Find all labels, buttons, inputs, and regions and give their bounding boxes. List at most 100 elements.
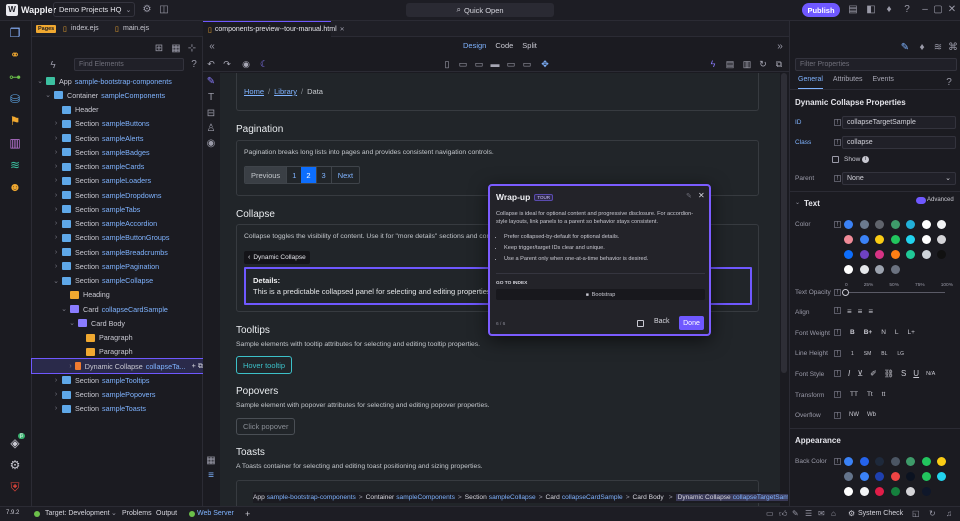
tree-row[interactable]: ⌄ App sample-bootstrap-components <box>32 74 203 88</box>
style-na[interactable]: N/A <box>926 371 935 377</box>
breadcrumb-library[interactable]: Library <box>274 87 297 96</box>
page-previous[interactable]: Previous <box>245 167 287 183</box>
path-segment[interactable]: Dynamic CollapsecollapseTargetSample <box>675 494 788 501</box>
text-color-swatch[interactable] <box>844 235 853 244</box>
chevron-down-icon[interactable]: ⌄ <box>111 509 117 517</box>
page-1[interactable]: 1 <box>286 167 301 183</box>
panels-icon[interactable]: ▤ <box>722 56 738 72</box>
collapse-left-icon[interactable]: « <box>205 40 219 54</box>
mobile-icon[interactable]: ▯ <box>439 56 455 72</box>
split-window-icon[interactable]: ◫ <box>157 3 171 17</box>
transform-capitalize[interactable]: Tt <box>867 391 873 398</box>
camera-icon[interactable]: ◉ <box>238 56 254 72</box>
line-height-sm[interactable]: SM <box>864 351 872 357</box>
bind-icon[interactable]: ! <box>834 412 841 419</box>
transform-uppercase[interactable]: TT <box>850 391 858 398</box>
back-color-swatch[interactable] <box>906 472 915 481</box>
layout-icon[interactable]: ◧ <box>864 3 878 17</box>
maximize-icon[interactable]: ▢ <box>931 3 945 17</box>
tablet-icon[interactable]: ▭ <box>455 56 471 72</box>
row-actions[interactable]: + ⧉ <box>192 361 203 371</box>
back-color-swatch[interactable] <box>921 457 931 466</box>
page-next[interactable]: Next <box>330 167 359 183</box>
back-button[interactable]: Back <box>654 318 670 325</box>
text-color-swatch[interactable] <box>937 235 946 244</box>
tree-row[interactable]: › Section sampleLoaders <box>32 174 203 188</box>
resources-icon[interactable]: ▥ <box>8 136 22 150</box>
tree-row[interactable]: › Section sampleToasts <box>32 402 203 416</box>
path-segment[interactable]: Card Body <box>633 494 666 501</box>
bind-icon[interactable]: ! <box>834 307 841 314</box>
italic-icon[interactable]: I <box>848 369 850 378</box>
line-height-lg[interactable]: LG <box>897 351 904 357</box>
chevron-right-icon[interactable]: › <box>52 206 60 213</box>
selected-element-tag[interactable]: ‹ Dynamic Collapse <box>244 251 310 264</box>
dont-show-checkbox[interactable] <box>637 320 644 327</box>
hover-tooltip-button[interactable]: Hover tooltip <box>236 356 293 374</box>
done-button[interactable]: Done <box>679 316 704 330</box>
align-left-icon[interactable]: ≡ <box>847 307 852 316</box>
text-color-swatch[interactable] <box>937 220 946 229</box>
grid-icon[interactable]: ▦ <box>204 454 218 468</box>
text-color-swatch[interactable] <box>875 220 884 229</box>
system-check-tab[interactable]: System Check <box>858 510 903 517</box>
tree-row[interactable]: › Section samplePagination <box>32 259 203 273</box>
chevron-right-icon[interactable]: › <box>52 220 60 227</box>
chevron-down-icon[interactable]: ⌄ <box>36 77 44 85</box>
tab-index-ejs[interactable]: index.ejs <box>71 25 99 32</box>
text-color-swatch[interactable] <box>921 235 931 244</box>
weight-bold[interactable]: B <box>850 329 855 336</box>
back-color-swatch[interactable] <box>906 457 915 466</box>
target-selector[interactable]: Target: Development <box>45 510 110 517</box>
bind-icon[interactable]: ! <box>834 221 841 228</box>
chevron-down-icon[interactable]: ⌄ <box>44 91 52 99</box>
transform-lowercase[interactable]: tt <box>882 391 886 398</box>
text-color-swatch[interactable] <box>906 220 915 229</box>
align-center-icon[interactable]: ≡ <box>858 307 863 316</box>
back-color-swatch[interactable] <box>921 487 931 496</box>
tree-row[interactable]: ⌄ Container sampleComponents <box>32 88 203 102</box>
underline-icon[interactable]: U <box>913 369 919 378</box>
chevron-down-icon[interactable]: ⌄ <box>795 199 800 206</box>
close-icon[interactable]: ✕ <box>698 191 705 200</box>
database-icon[interactable]: ⛁ <box>8 92 22 106</box>
book-icon[interactable]: ▤ <box>846 3 860 17</box>
align-right-icon[interactable]: ≡ <box>868 307 873 316</box>
layers-icon[interactable]: ≋ <box>8 158 22 172</box>
refresh-icon[interactable]: ↻ <box>929 509 936 518</box>
list-icon[interactable]: ☰ <box>805 509 812 518</box>
paint-icon[interactable]: ♦ <box>915 41 929 55</box>
tree-row[interactable]: Paragraph <box>32 331 203 345</box>
undo-icon[interactable]: ↶ <box>203 56 219 72</box>
thumbs-up-icon[interactable]: 👍︎ <box>779 509 787 519</box>
text-decoration-icon[interactable]: ⊻ <box>857 369 863 378</box>
pen-icon[interactable]: ✎ <box>204 75 218 89</box>
wappler-logo[interactable]: W Wappler <box>6 4 56 16</box>
help-icon[interactable]: ? <box>187 58 201 72</box>
css-icon[interactable]: ≋ <box>931 41 945 55</box>
overflow-nowrap[interactable]: NW <box>849 412 859 419</box>
chevron-right-icon[interactable]: › <box>52 377 60 384</box>
robot-icon[interactable]: ☻ <box>8 180 22 194</box>
page-3[interactable]: 3 <box>315 167 331 183</box>
text-color-swatch[interactable] <box>844 220 853 229</box>
help-icon[interactable]: ? <box>900 3 914 17</box>
text-color-swatch[interactable] <box>921 220 931 229</box>
text-color-swatch[interactable] <box>890 250 900 259</box>
view-design[interactable]: Design <box>463 41 486 50</box>
tree-row[interactable]: Heading <box>32 288 203 302</box>
text-color-swatch[interactable] <box>875 265 884 274</box>
id-input[interactable]: collapseTargetSample <box>842 116 956 129</box>
minimize-icon[interactable]: – <box>918 3 932 17</box>
weight-bolder[interactable]: B+ <box>864 329 873 336</box>
tab-attributes[interactable]: Attributes <box>833 76 863 89</box>
text-color-swatch[interactable] <box>844 265 853 274</box>
back-color-swatch[interactable] <box>890 457 900 466</box>
notification-icon[interactable]: ◱ <box>912 509 920 518</box>
chevron-right-icon[interactable]: › <box>52 120 60 127</box>
tree-row[interactable]: ⌄ Card collapseCardSample <box>32 302 203 316</box>
class-input[interactable]: collapse <box>842 136 956 149</box>
text-color-swatch[interactable] <box>859 265 869 274</box>
chevron-down-icon[interactable]: ⌄ <box>52 277 60 285</box>
bind-icon[interactable]: ! <box>834 391 841 398</box>
